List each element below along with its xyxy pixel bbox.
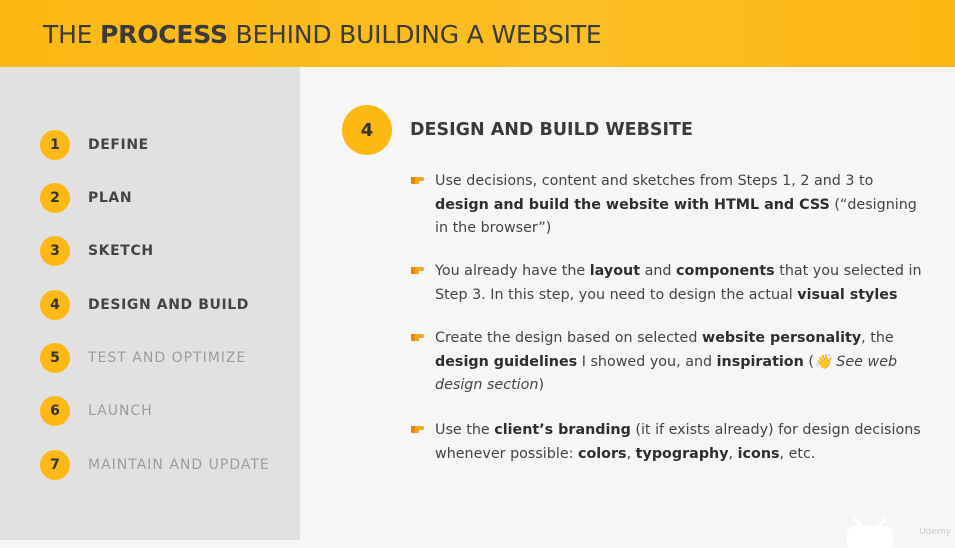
- sidebar-step-plan[interactable]: 2 PLAN: [40, 182, 132, 213]
- bold-phrase: components: [676, 263, 775, 279]
- pointing-hand-icon: [411, 426, 424, 433]
- bullet-text: Use decisions, content and sketches from…: [435, 170, 930, 241]
- text-run: Use decisions, content and sketches from…: [435, 173, 874, 189]
- text-run: (: [803, 353, 814, 370]
- step-label: MAINTAIN AND UPDATE: [88, 456, 270, 473]
- bold-phrase: design and build the website with HTML a…: [435, 196, 830, 213]
- text-run: and: [640, 263, 677, 279]
- title-suffix: BEHIND BUILDING A WEBSITE: [227, 20, 602, 49]
- bullet-text: Create the design based on selected webs…: [435, 327, 930, 398]
- bold-phrase: visual styles: [797, 286, 898, 303]
- step-number-badge: 3: [40, 235, 70, 266]
- pointing-hand-icon: [411, 334, 424, 341]
- step-label: LAUNCH: [88, 402, 153, 419]
- step-number-badge: 6: [40, 395, 70, 426]
- current-step-badge: 4: [342, 105, 392, 155]
- watermark: Udemy: [919, 527, 951, 537]
- text-run: I showed you, and: [577, 353, 717, 370]
- bold-phrase: design guidelines: [435, 353, 578, 370]
- bold-phrase: website personality: [701, 330, 862, 346]
- bold-phrase: colors: [577, 445, 627, 462]
- step-label: TEST AND OPTIMIZE: [88, 349, 247, 366]
- text-run: You already have the: [435, 263, 590, 279]
- step-label: DEFINE: [88, 136, 149, 153]
- sidebar-step-sketch[interactable]: 3 SKETCH: [40, 235, 154, 266]
- text-run: ,: [728, 445, 738, 462]
- sidebar-step-define[interactable]: 1 DEFINE: [40, 129, 149, 160]
- header-bar: THE PROCESS BEHIND BUILDING A WEBSITE: [0, 0, 955, 67]
- title-highlight: PROCESS: [100, 20, 228, 49]
- pointing-hand-icon: [411, 267, 424, 274]
- bold-phrase: layout: [589, 263, 641, 279]
- bullet-item: Use the client’s branding (it if exists …: [410, 419, 930, 466]
- step-number-badge: 1: [40, 129, 70, 160]
- step-number-badge: 5: [40, 342, 70, 373]
- step-label: DESIGN AND BUILD: [88, 296, 249, 313]
- text-run: ): [538, 377, 545, 393]
- step-label: SKETCH: [88, 242, 154, 259]
- text-run: Use the: [435, 422, 495, 438]
- step-label: PLAN: [88, 189, 133, 206]
- sidebar-step-test-and-optimize[interactable]: 5 TEST AND OPTIMIZE: [40, 342, 246, 373]
- content-area: 4 DESIGN AND BUILD WEBSITE Use decisions…: [300, 67, 955, 540]
- bullet-item: Create the design based on selected webs…: [410, 327, 930, 398]
- step-number-badge: 7: [40, 449, 70, 480]
- bold-phrase: client’s branding: [494, 422, 631, 438]
- text-run: ,: [626, 445, 636, 462]
- bullet-item: You already have the layout and componen…: [410, 260, 930, 307]
- text-run: , etc.: [779, 445, 816, 462]
- title-prefix: THE: [43, 20, 101, 49]
- bullet-item: Use decisions, content and sketches from…: [410, 170, 930, 241]
- bold-phrase: typography: [635, 445, 729, 462]
- bold-phrase: inspiration: [716, 353, 804, 370]
- bold-phrase: icons: [737, 445, 780, 462]
- sidebar-step-launch[interactable]: 6 LAUNCH: [40, 395, 153, 426]
- pointing-hand-icon: [411, 177, 424, 184]
- tv-logo-icon: [847, 518, 893, 548]
- bullet-text: You already have the layout and componen…: [435, 260, 930, 307]
- sidebar-step-design-and-build[interactable]: 4 DESIGN AND BUILD: [40, 289, 249, 320]
- bullet-text: Use the client’s branding (it if exists …: [435, 419, 930, 466]
- step-number-badge: 4: [40, 289, 70, 320]
- step-number-badge: 2: [40, 182, 70, 213]
- steps-sidebar: 1 DEFINE 2 PLAN 3 SKETCH 4 DESIGN AND BU…: [0, 67, 300, 540]
- page-title: THE PROCESS BEHIND BUILDING A WEBSITE: [43, 20, 602, 49]
- section-title: DESIGN AND BUILD WEBSITE: [410, 120, 693, 140]
- text-run: Create the design based on selected: [435, 330, 702, 346]
- text-run: , the: [861, 330, 894, 346]
- sidebar-step-maintain-and-update[interactable]: 7 MAINTAIN AND UPDATE: [40, 449, 270, 480]
